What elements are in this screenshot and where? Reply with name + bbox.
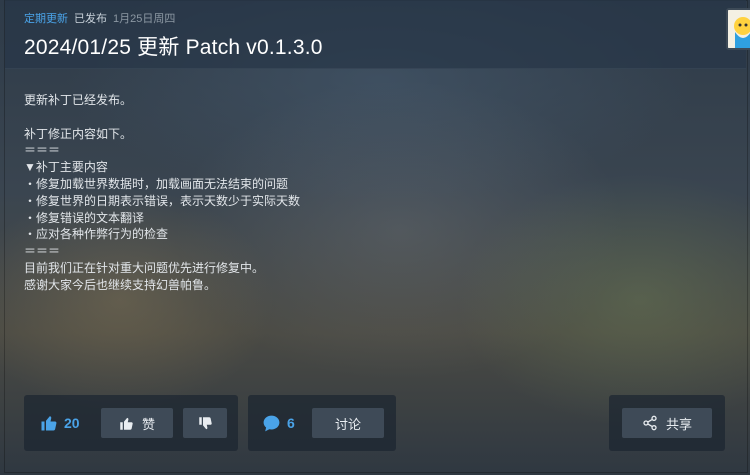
vote-bar: 20 赞 — [24, 395, 238, 451]
thumbs-down-icon — [198, 416, 213, 431]
post-body-line: ・修复错误的文本翻译 — [24, 210, 145, 225]
post-body: 更新补丁已经发布。 补丁修正内容如下。 ＝＝＝ ▼补丁主要内容 ・修复加载世界数据时，… — [24, 92, 584, 294]
post-title: 2024/01/25 更新 Patch v0.1.3.0 — [24, 36, 323, 59]
like-button[interactable]: 赞 — [101, 408, 173, 438]
post-body-line: 更新补丁已经发布。 — [24, 93, 133, 107]
avatar[interactable] — [726, 8, 750, 50]
post-meta: 定期更新 已发布 1月25日周四 — [24, 10, 175, 26]
discuss-button[interactable]: 讨论 — [312, 408, 384, 438]
post-body-line: ・修复世界的日期表示错误，表示天数少于实际天数 — [24, 193, 301, 208]
post-body-line: ・修复加载世界数据时，加载画面无法结束的问题 — [24, 176, 289, 191]
post-body-line: ▼补丁主要内容 — [24, 160, 108, 175]
comment-bubble-icon — [262, 414, 281, 433]
share-button[interactable]: 共享 — [622, 408, 712, 438]
thumbs-up-icon — [119, 416, 134, 431]
post-body-line: ＝＝＝ — [24, 244, 61, 259]
post-body-line: ＝＝＝ — [24, 143, 61, 158]
comment-bar: 6 讨论 — [248, 395, 396, 451]
share-label: 共享 — [665, 416, 692, 432]
category-link[interactable]: 定期更新 — [24, 10, 68, 26]
post-body-line: 目前我们正在针对重大问题优先进行修复中。 — [24, 260, 265, 275]
like-count-group: 20 — [40, 414, 100, 432]
publish-date: 1月25日周四 — [113, 13, 176, 25]
share-icon — [642, 415, 658, 431]
share-bar: 共享 — [609, 395, 725, 451]
discuss-label: 讨论 — [334, 416, 361, 432]
post-body-line: ・应对各种作弊行为的检查 — [24, 227, 169, 242]
like-label: 赞 — [141, 416, 155, 432]
thumbs-up-icon — [40, 414, 58, 432]
comment-count: 6 — [287, 415, 295, 431]
dislike-button[interactable] — [183, 408, 227, 438]
post-body-line: 补丁修正内容如下。 — [24, 126, 133, 141]
comment-count-group: 6 — [262, 414, 312, 433]
post-body-line — [24, 109, 584, 126]
publish-status: 已发布 — [74, 13, 107, 25]
like-count: 20 — [64, 415, 80, 431]
post-body-line: 感谢大家今后也继续支持幻兽帕鲁。 — [24, 277, 217, 292]
